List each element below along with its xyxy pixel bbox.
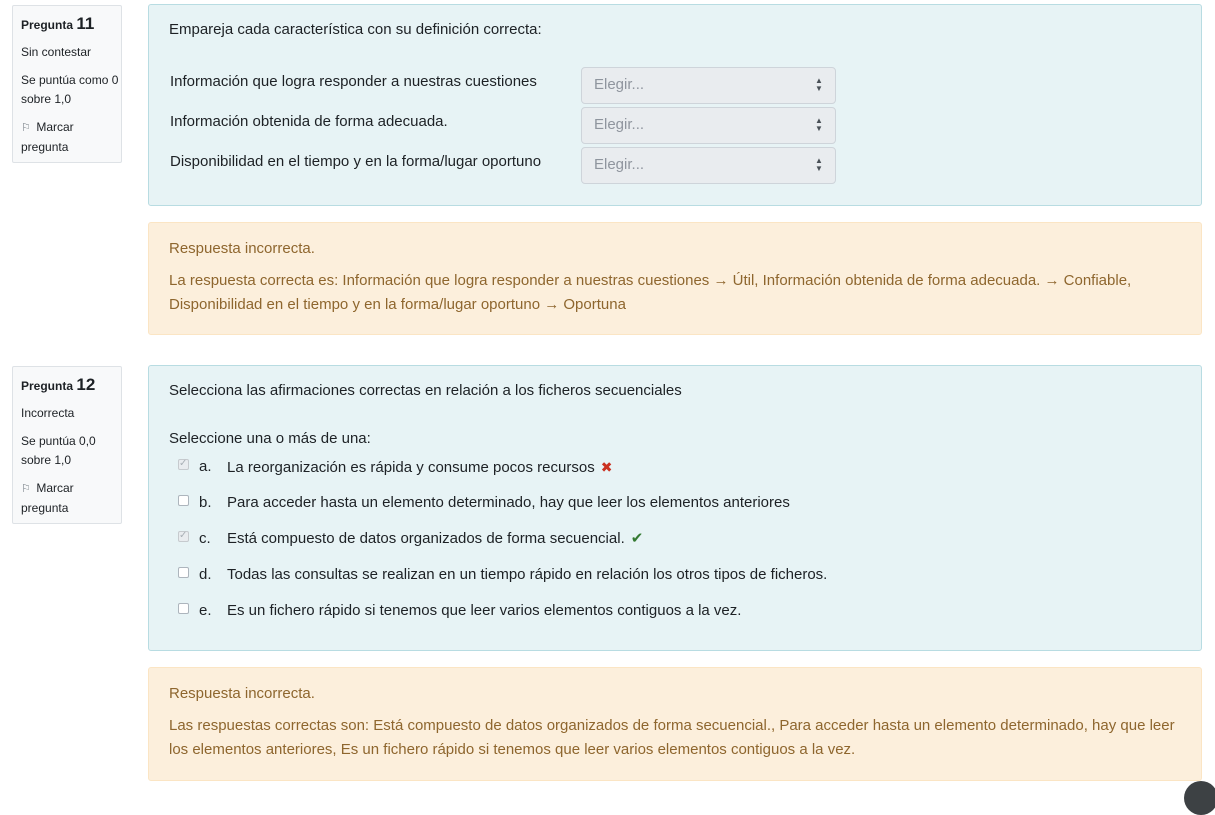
match-select[interactable]: Elegir... ▲ ▼ [581,107,836,144]
match-select[interactable]: Elegir... ▲ ▼ [581,67,836,104]
floating-action-button[interactable] [1184,781,1215,815]
check-icon: ✔ [630,530,644,547]
question-info-12: Pregunta 12 Incorrecta Se puntúa 0,0 sob… [12,366,122,524]
answer-text[interactable]: Es un fichero rápido si tenemos que leer… [227,600,741,622]
answer-checkbox[interactable] [178,603,189,614]
question-feedback-12: Respuesta incorrecta. Las respuestas cor… [148,667,1202,781]
cross-icon: ✖ [600,459,613,475]
answer-letter: a. [199,458,212,475]
flag-icon: ⚐ [21,483,31,495]
answer-text[interactable]: Para acceder hasta un elemento determina… [227,492,790,514]
question-state: Incorrecta [21,406,75,420]
answer-prompt: Seleccione una o más de una: [169,430,371,447]
match-label: Información obtenida de forma adecuada. [170,113,448,130]
match-label: Información que logra responder a nuestr… [170,73,537,90]
answer-letter: b. [199,494,212,511]
question-text: Empareja cada característica con su defi… [169,21,542,38]
answer-letter: d. [199,566,212,583]
answer-checkbox[interactable] [178,527,189,545]
question-state: Sin contestar [21,45,92,59]
question-number: Pregunta 12 [21,375,96,394]
flag-icon: ⚐ [21,122,31,134]
answer-text[interactable]: Está compuesto de datos organizados de f… [227,528,643,550]
answer-checkbox[interactable] [178,455,189,473]
match-select[interactable]: Elegir... ▲ ▼ [581,147,836,184]
question-text: Selecciona las afirmaciones correctas en… [169,382,682,399]
answer-letter: e. [199,602,212,619]
sort-caret-icon: ▲ ▼ [815,76,823,93]
answer-checkbox[interactable] [178,495,189,506]
answer-checkbox[interactable] [178,567,189,578]
feedback-title: Respuesta incorrecta. [169,685,315,702]
feedback-text: La respuesta correcta es: Información qu… [169,272,1132,313]
answer-text[interactable]: La reorganización es rápida y consume po… [227,456,612,479]
feedback-title: Respuesta incorrecta. [169,240,315,257]
sort-caret-icon: ▲ ▼ [815,156,823,173]
question-feedback-11: Respuesta incorrecta. La respuesta corre… [148,222,1202,335]
answer-text[interactable]: Todas las consultas se realizan en un ti… [227,564,827,586]
sort-caret-icon: ▲ ▼ [815,116,823,133]
answer-letter: c. [199,530,211,547]
flag-question-link[interactable]: ⚐ Marcar pregunta [21,479,121,518]
feedback-text: Las respuestas correctas son: Está compu… [169,717,1175,758]
question-grade: Se puntúa como 0 sobre 1,0 [21,73,119,106]
question-grade: Se puntúa 0,0 sobre 1,0 [21,434,96,467]
question-formulation-12: Selecciona las afirmaciones correctas en… [148,365,1202,651]
flag-question-link[interactable]: ⚐ Marcar pregunta [21,118,121,157]
question-number: Pregunta 11 [21,14,95,33]
match-label: Disponibilidad en el tiempo y en la form… [170,153,542,170]
question-info-11: Pregunta 11 Sin contestar Se puntúa como… [12,5,122,163]
question-formulation-11: Empareja cada característica con su defi… [148,4,1202,206]
